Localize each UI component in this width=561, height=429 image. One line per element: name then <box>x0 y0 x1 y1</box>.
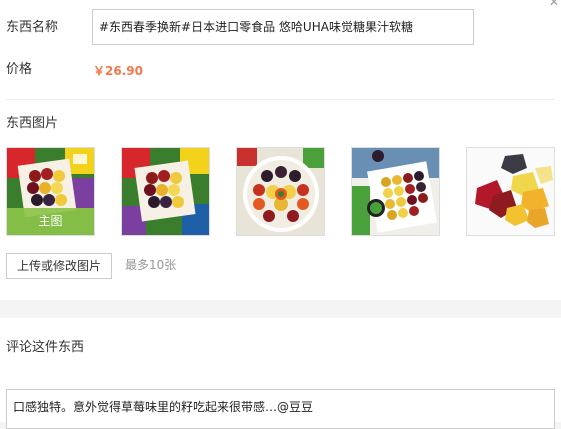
product-image-thumb-3[interactable] <box>236 147 325 236</box>
price-label: 价格 <box>6 62 33 77</box>
product-panel: ✕ 东西名称 #东西春季换新#日本进口零食品 悠哈UHA味觉糖果汁软糖 价格 ￥… <box>0 0 561 300</box>
comment-textarea[interactable]: 口感独特。意外觉得草莓味里的籽吃起来很带感…@豆豆 <box>6 389 555 429</box>
main-image-badge: 主图 <box>7 208 94 235</box>
max-images-hint: 最多10张 <box>125 258 177 272</box>
product-image-thumb-1[interactable]: 主图 <box>6 147 95 236</box>
product-image-thumb-2[interactable] <box>121 147 210 236</box>
candy-plate-photo-icon <box>237 148 324 235</box>
product-name-input[interactable]: #东西春季换新#日本进口零食品 悠哈UHA味觉糖果汁软糖 <box>92 9 474 45</box>
divider <box>6 99 555 100</box>
product-image-thumb-5[interactable] <box>466 147 555 236</box>
product-image-thumb-4[interactable] <box>351 147 440 236</box>
candy-box-photo-icon <box>122 148 209 235</box>
product-name-label: 东西名称 <box>6 20 59 35</box>
price-value: ￥26.90 <box>93 64 143 78</box>
comment-section-label: 评论这件东西 <box>6 340 85 355</box>
close-icon[interactable]: ✕ <box>549 0 559 8</box>
upload-image-button[interactable]: 上传或修改图片 <box>6 253 112 279</box>
gummy-pile-photo-icon <box>467 148 554 235</box>
images-section-label: 东西图片 <box>6 116 59 131</box>
candy-tray-photo-icon <box>352 148 439 235</box>
